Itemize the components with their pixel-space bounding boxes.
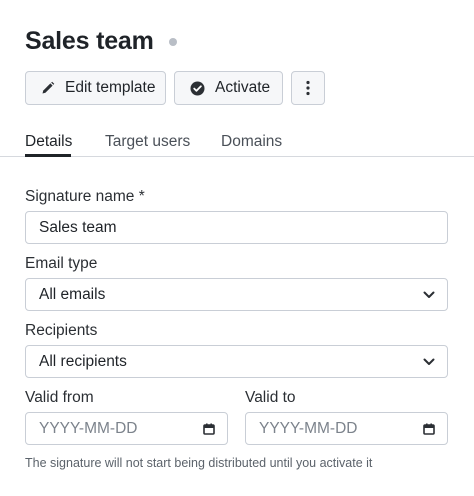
edit-template-button[interactable]: Edit template xyxy=(25,71,166,105)
valid-from-input[interactable]: YYYY-MM-DD xyxy=(25,412,228,445)
pencil-icon xyxy=(41,81,55,95)
valid-from-placeholder: YYYY-MM-DD xyxy=(39,419,138,437)
active-tab-indicator xyxy=(25,154,71,157)
tab-bar: Details Target users Domains xyxy=(0,133,474,157)
tab-target-users[interactable]: Target users xyxy=(105,133,190,151)
activate-label: Activate xyxy=(215,79,271,96)
signature-name-label: Signature name * xyxy=(25,188,145,206)
required-marker: * xyxy=(138,188,145,205)
email-type-label: Email type xyxy=(25,255,98,272)
tab-details[interactable]: Details xyxy=(25,133,72,151)
recipients-value: All recipients xyxy=(39,352,127,370)
signature-details-page: Sales team Edit template Activate Detail… xyxy=(0,0,474,496)
signature-name-value: Sales team xyxy=(39,218,117,236)
status-indicator xyxy=(168,38,177,46)
calendar-icon[interactable] xyxy=(423,423,435,435)
email-type-select[interactable]: All emails xyxy=(25,278,448,311)
edit-template-label: Edit template xyxy=(65,79,156,96)
email-type-value: All emails xyxy=(39,285,106,303)
activation-hint: The signature will not start being distr… xyxy=(25,456,373,470)
recipients-label: Recipients xyxy=(25,322,98,339)
calendar-icon[interactable] xyxy=(203,423,215,435)
recipients-select[interactable]: All recipients xyxy=(25,345,448,378)
chevron-down-icon xyxy=(423,358,435,366)
page-title: Sales team xyxy=(25,26,154,55)
kebab-menu-icon xyxy=(306,80,310,96)
valid-from-label: Valid from xyxy=(25,389,94,406)
signature-name-label-text: Signature name xyxy=(25,188,135,205)
toolbar: Edit template Activate xyxy=(25,71,325,105)
valid-to-input[interactable]: YYYY-MM-DD xyxy=(245,412,448,445)
page-header: Sales team xyxy=(25,26,177,56)
activate-button[interactable]: Activate xyxy=(174,71,283,105)
more-options-button[interactable] xyxy=(291,71,325,105)
signature-name-input[interactable]: Sales team xyxy=(25,211,448,244)
check-circle-icon xyxy=(190,81,205,96)
valid-to-label: Valid to xyxy=(245,389,296,406)
chevron-down-icon xyxy=(423,291,435,299)
tab-domains[interactable]: Domains xyxy=(221,133,282,151)
valid-to-placeholder: YYYY-MM-DD xyxy=(259,419,358,437)
